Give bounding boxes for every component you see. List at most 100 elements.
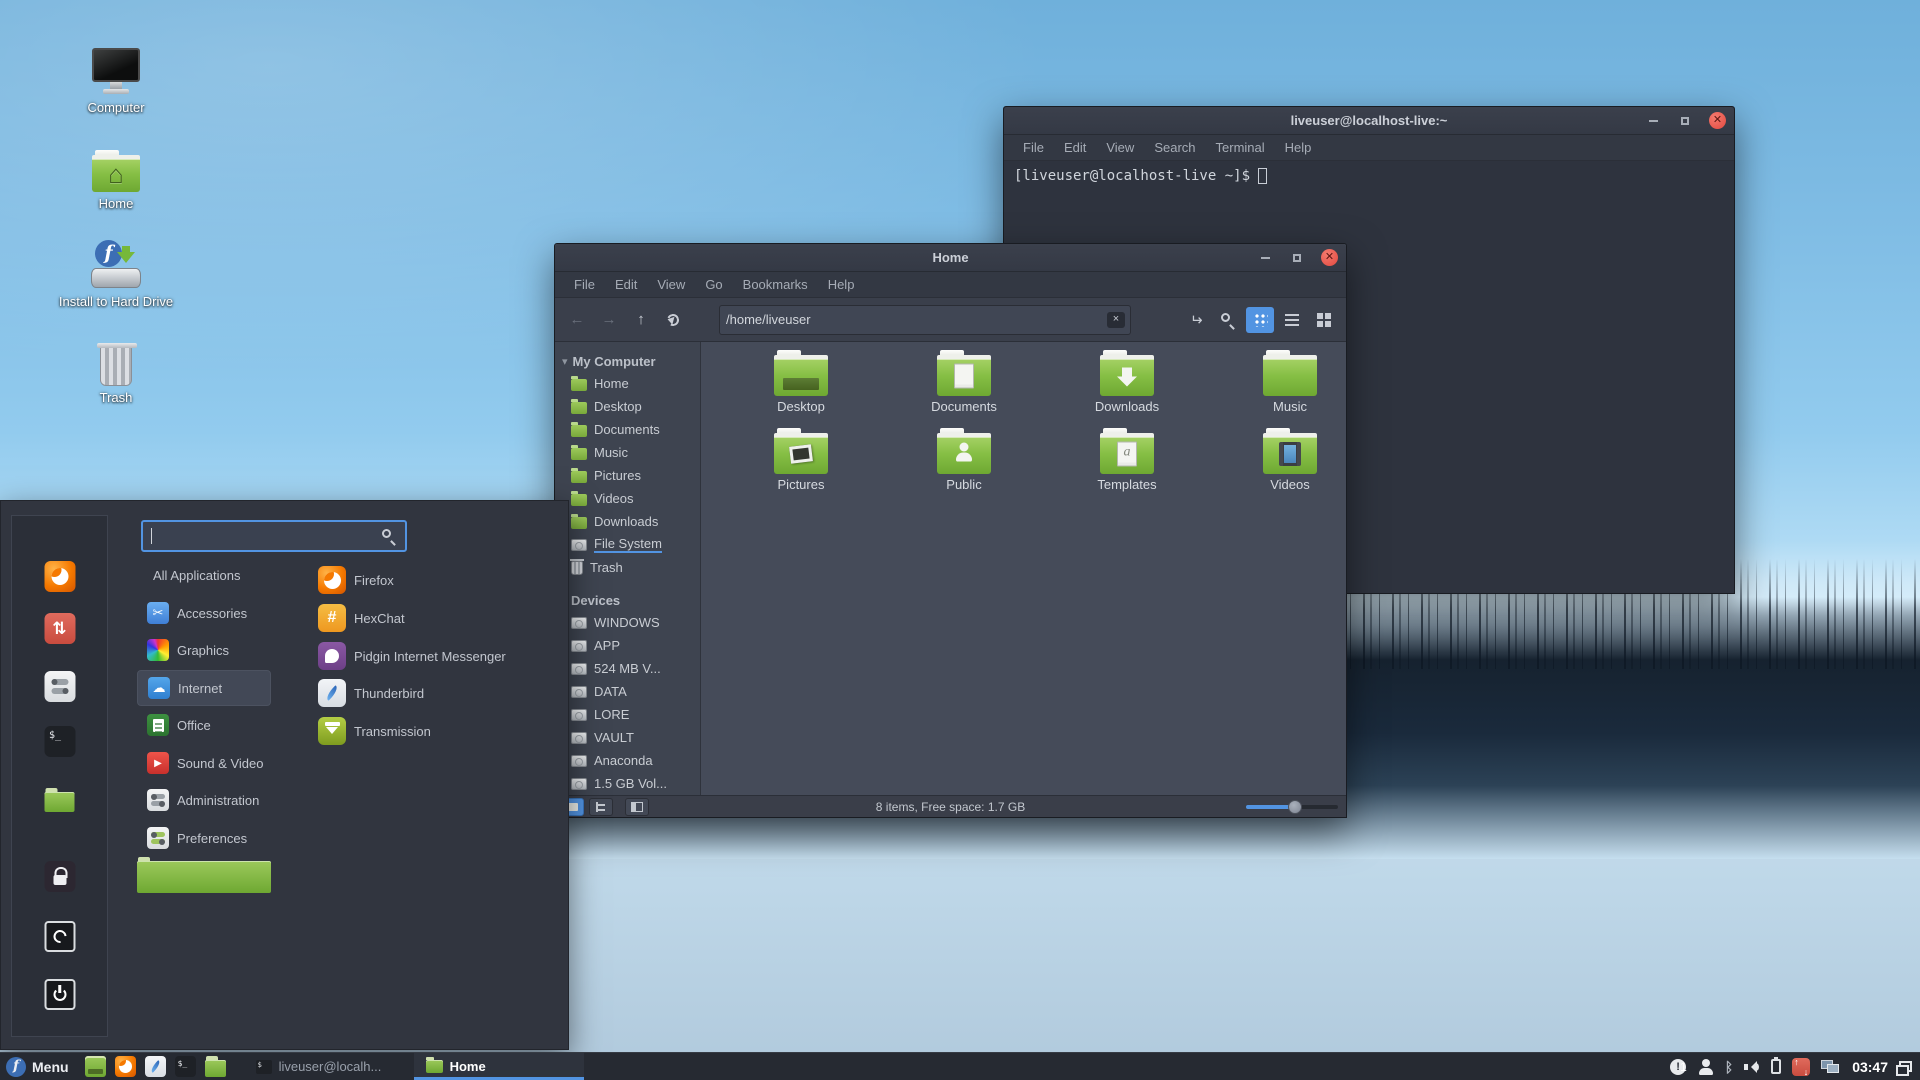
sidebar-item-app[interactable]: APP — [555, 634, 700, 657]
terminal-output[interactable]: [liveuser@localhost-live ~]$ — [1004, 161, 1734, 191]
fm-menu-file[interactable]: File — [564, 273, 605, 296]
sidebar-item-anaconda[interactable]: Anaconda — [555, 749, 700, 772]
window-button-liveuser-localh[interactable]: $ liveuser@localh... — [244, 1053, 414, 1080]
fm-menu-edit[interactable]: Edit — [605, 273, 647, 296]
search-box[interactable] — [141, 520, 407, 552]
favorite-logout-button[interactable] — [44, 921, 75, 952]
window-button-home[interactable]: Home — [413, 1053, 584, 1080]
updates-icon[interactable] — [1792, 1057, 1811, 1077]
compact-view-button[interactable] — [1310, 307, 1338, 333]
sidebar-item-1-5-gb-vol[interactable]: 1.5 GB Vol... — [555, 772, 700, 795]
clear-location-icon[interactable]: × — [1107, 311, 1125, 328]
network-icon[interactable] — [1821, 1059, 1841, 1075]
bluetooth-icon[interactable]: ᛒ — [1725, 1059, 1733, 1075]
folder-item-documents[interactable]: Documents — [889, 350, 1039, 414]
sidebar-item-vault[interactable]: VAULT — [555, 726, 700, 749]
desktop-icon-trash[interactable]: Trash — [56, 343, 176, 405]
forward-button[interactable]: → — [595, 307, 623, 333]
sidebar-item-desktop[interactable]: Desktop — [555, 395, 700, 418]
maximize-button[interactable] — [1677, 113, 1693, 129]
favorite-lock-button[interactable] — [44, 861, 75, 892]
category-item-places[interactable]: Places — [137, 857, 271, 893]
refresh-button[interactable] — [659, 307, 687, 333]
favorite-files-button[interactable] — [44, 784, 75, 815]
search-input[interactable] — [152, 527, 381, 545]
category-item-all-applications[interactable]: All Applications — [137, 557, 271, 593]
category-item-accessories[interactable]: ✂ Accessories — [137, 595, 271, 631]
zoom-slider-handle[interactable] — [1288, 799, 1302, 814]
user-icon[interactable] — [1698, 1058, 1714, 1075]
launcher-terminal[interactable]: $_ — [174, 1056, 196, 1077]
sidebar-item-videos[interactable]: Videos — [555, 487, 700, 510]
favorite-shutdown-button[interactable] — [44, 979, 75, 1010]
close-button[interactable]: ✕ — [1321, 249, 1338, 266]
terminal-menu-terminal[interactable]: Terminal — [1206, 136, 1275, 159]
collapse-arrow-icon[interactable]: ▾ — [562, 355, 568, 368]
volume-icon[interactable] — [1744, 1060, 1760, 1074]
sidebar-item-downloads[interactable]: Downloads — [555, 510, 700, 533]
favorite-firefox-button[interactable] — [44, 561, 75, 592]
launcher-installer[interactable] — [144, 1056, 166, 1077]
file-manager-icon-view[interactable]: Desktop Documents Downloads Music Pictures Pu… — [701, 342, 1346, 795]
category-item-office[interactable]: Office — [137, 707, 271, 743]
location-bar[interactable]: /home/liveuser × — [719, 304, 1131, 335]
app-item-firefox[interactable]: Firefox — [318, 561, 563, 599]
folder-item-pictures[interactable]: Pictures — [726, 428, 876, 492]
fm-menu-help[interactable]: Help — [818, 273, 865, 296]
close-button[interactable]: ✕ — [1709, 112, 1726, 129]
terminal-menu-edit[interactable]: Edit — [1054, 136, 1096, 159]
folder-item-downloads[interactable]: Downloads — [1052, 350, 1202, 414]
launcher-show-desktop[interactable] — [84, 1056, 106, 1077]
sidebar-item-lore[interactable]: LORE — [555, 703, 700, 726]
zoom-slider-track[interactable] — [1246, 799, 1338, 814]
terminal-menu-view[interactable]: View — [1096, 136, 1144, 159]
category-item-administration[interactable]: Administration — [137, 782, 271, 818]
favorite-settings-button[interactable] — [44, 671, 75, 702]
window-list-icon[interactable] — [1896, 1061, 1912, 1076]
app-item-thunderbird[interactable]: Thunderbird — [318, 674, 563, 712]
launcher-firefox[interactable] — [114, 1056, 136, 1077]
up-button[interactable]: ↑ — [627, 307, 655, 333]
menu-button[interactable]: f Menu — [0, 1053, 77, 1080]
fm-menu-go[interactable]: Go — [695, 273, 732, 296]
app-item-pidgin-internet-messenger[interactable]: Pidgin Internet Messenger — [318, 637, 563, 675]
fm-menu-bookmarks[interactable]: Bookmarks — [733, 273, 818, 296]
clock[interactable]: 03:47 — [1852, 1059, 1888, 1075]
folder-item-templates[interactable]: Templates — [1052, 428, 1202, 492]
fm-menu-view[interactable]: View — [647, 273, 695, 296]
app-item-hexchat[interactable]: # HexChat — [318, 599, 563, 637]
folder-item-music[interactable]: Music — [1215, 350, 1365, 414]
category-item-sound-video[interactable]: ▶ Sound & Video — [137, 745, 271, 781]
list-view-button[interactable] — [1278, 307, 1306, 333]
sidebar-item-music[interactable]: Music — [555, 441, 700, 464]
notifications-applet[interactable]: ! 1 — [1670, 1058, 1687, 1075]
battery-icon[interactable] — [1771, 1057, 1782, 1074]
maximize-button[interactable] — [1289, 250, 1305, 266]
zoom-slider[interactable] — [1246, 796, 1338, 817]
sidebar-item-home[interactable]: Home — [555, 372, 700, 395]
toggle-location-entry-button[interactable]: ↵ — [1182, 307, 1210, 333]
minimize-button[interactable] — [1645, 113, 1661, 129]
favorite-terminal-button[interactable]: $_ — [44, 726, 75, 757]
desktop-icon-install-to-hard-drive[interactable]: f Install to Hard Drive — [56, 240, 176, 309]
folder-item-public[interactable]: Public — [889, 428, 1039, 492]
back-button[interactable]: ← — [563, 307, 591, 333]
sidebar-item-data[interactable]: DATA — [555, 680, 700, 703]
terminal-menu-file[interactable]: File — [1013, 136, 1054, 159]
sidebar-item-pictures[interactable]: Pictures — [555, 464, 700, 487]
sidebar-item-524-mb-v[interactable]: 524 MB V... — [555, 657, 700, 680]
minimize-button[interactable] — [1257, 250, 1273, 266]
category-item-graphics[interactable]: Graphics — [137, 632, 271, 668]
terminal-titlebar[interactable]: liveuser@localhost-live:~ ✕ — [1004, 107, 1734, 135]
terminal-menu-help[interactable]: Help — [1275, 136, 1322, 159]
search-button[interactable] — [1214, 307, 1242, 333]
category-item-internet[interactable]: ☁ Internet — [137, 670, 271, 706]
launcher-files[interactable] — [204, 1056, 226, 1077]
sidebar-item-documents[interactable]: Documents — [555, 418, 700, 441]
desktop-icon-home[interactable]: ⌂ Home — [56, 150, 176, 211]
terminal-menu-search[interactable]: Search — [1144, 136, 1205, 159]
folder-item-desktop[interactable]: Desktop — [726, 350, 876, 414]
app-item-transmission[interactable]: Transmission — [318, 712, 563, 750]
sidebar-item-trash[interactable]: Trash — [555, 556, 700, 579]
sidebar-item-file-system[interactable]: File System — [555, 533, 700, 556]
